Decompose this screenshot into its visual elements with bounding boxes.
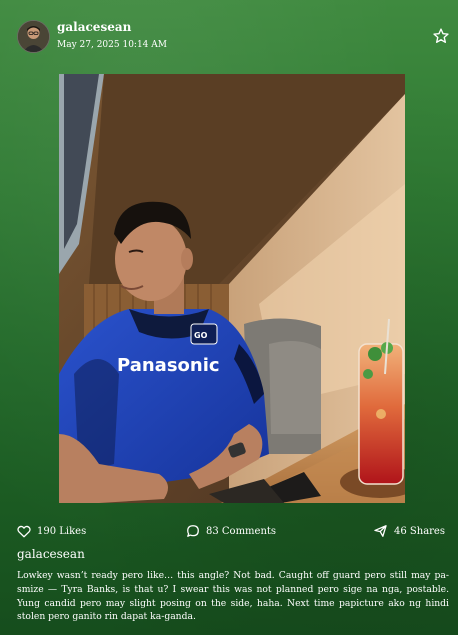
comment-button[interactable]: 83 Comments (186, 520, 276, 542)
svg-text:GO: GO (194, 331, 208, 340)
post-caption: Lowkey wasn’t ready pero like… this angl… (17, 570, 449, 623)
like-button[interactable]: 190 Likes (17, 520, 86, 542)
caption-username[interactable]: galacesean (17, 547, 85, 561)
photo-of-person-at-cafe-table-icon: GO Panasonic (59, 74, 405, 503)
likes-count: 190 Likes (37, 525, 87, 537)
star-outline-icon (433, 28, 449, 43)
avatar[interactable] (17, 20, 50, 53)
comment-bubble-icon (187, 525, 199, 537)
post-actions-bar: 190 Likes 83 Comments 46 Shares (0, 520, 458, 542)
send-arrow-icon (374, 525, 387, 537)
heart-outline-icon (17, 525, 31, 537)
comments-count: 83 Comments (206, 525, 277, 537)
profile-photo-icon (18, 21, 49, 52)
post-timestamp: May 27, 2025 10:14 AM (57, 40, 167, 50)
post-username[interactable]: galacesean (57, 20, 131, 34)
favorite-button[interactable] (432, 27, 450, 45)
shares-count: 46 Shares (394, 525, 445, 537)
jersey-text: Panasonic (117, 355, 220, 376)
post-photo[interactable]: GO Panasonic (59, 74, 405, 503)
share-button[interactable]: 46 Shares (373, 520, 445, 542)
post-header: galacesean May 27, 2025 10:14 AM (0, 0, 458, 60)
